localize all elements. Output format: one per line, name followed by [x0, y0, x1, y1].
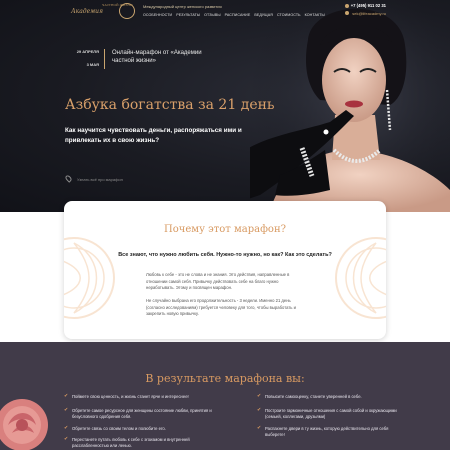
- date-start: 29 АПРЕЛЯ: [76, 49, 99, 54]
- check-icon: ✔: [257, 407, 262, 413]
- result-item: ✔ Повысите самооценку, станете уверенней…: [257, 394, 407, 400]
- why-lead: Все знают, что нужно любить себя. Нужно-…: [118, 252, 332, 258]
- email-link[interactable]: sek@lifeacadmy.ru: [352, 11, 386, 16]
- date-end: 3 МАЯ: [86, 62, 99, 67]
- nav-link-contacts[interactable]: КОНТАКТЫ: [305, 13, 325, 17]
- result-text: Поймете свою ценность, и жизнь станет яр…: [72, 394, 189, 399]
- nav-link-reviews[interactable]: ОТЗЫВЫ: [204, 13, 220, 17]
- nav-link-results[interactable]: РЕЗУЛЬТАТЫ: [176, 13, 200, 17]
- check-icon: ✔: [64, 425, 69, 431]
- site-tagline: Международный центр женского развития: [143, 4, 222, 9]
- hero-woman-image: [250, 0, 450, 212]
- hero-section: Академия ЧАСТНОЙ ЖИЗНИ Международный цен…: [0, 0, 450, 212]
- top-nav: Академия ЧАСТНОЙ ЖИЗНИ Международный цен…: [0, 0, 450, 24]
- check-icon: ✔: [257, 425, 262, 431]
- ornament-left-icon: [64, 237, 115, 319]
- nav-link-schedule[interactable]: РАСПИСАНИЕ: [225, 13, 251, 17]
- why-paragraph: Любовь к себе - это не слова и не знания…: [146, 272, 290, 290]
- mail-icon: [345, 11, 349, 15]
- check-icon: ✔: [64, 407, 69, 413]
- location-pin-icon: [64, 174, 73, 183]
- why-title: Почему этот марафон?: [164, 224, 286, 235]
- result-text: Распахнете двери в ту жизнь, которую дей…: [265, 426, 389, 437]
- hero-question: Как научится чувствовать деньги, распоря…: [65, 127, 242, 144]
- ornament-right-icon: [335, 237, 386, 319]
- nav-link-price[interactable]: СТОИМОСТЬ: [277, 13, 301, 17]
- logo-text: Академия: [71, 8, 103, 15]
- date-divider: [104, 49, 105, 69]
- logo-emblem-icon: [119, 3, 135, 19]
- result-item: ✔ Обретете связь со своим телом и полюби…: [64, 426, 214, 432]
- phone-number[interactable]: +7 (495) 911 02 31: [351, 3, 386, 8]
- result-text: Повысите самооценку, станете уверенней в…: [265, 394, 362, 399]
- result-item: ✔ Распахнете двери в ту жизнь, которую д…: [257, 426, 407, 437]
- result-item: ✔ Обретете самое ресурсное для женщины с…: [64, 408, 214, 419]
- nav-link-host[interactable]: ВЕДУЩАЯ: [254, 13, 273, 17]
- result-item: ✔ Перестанете путать любовь к себе с эго…: [64, 437, 214, 448]
- hero-headline: Азбука богатства за 21 день: [65, 97, 275, 113]
- event-title: Онлайн-марафон от «Академии частной жизн…: [112, 50, 202, 64]
- rose-decoration-icon: [0, 399, 48, 450]
- result-text: Обретете самое ресурсное для женщины сос…: [72, 408, 212, 419]
- phone-icon: [345, 4, 349, 8]
- event-dates: 29 АПРЕЛЯ 3 МАЯ: [67, 49, 99, 67]
- result-text: Обретете связь со своим телом и полюбите…: [72, 426, 166, 431]
- results-title: В результате марафона вы:: [145, 372, 305, 385]
- check-icon: ✔: [64, 436, 69, 442]
- result-item: ✔ Построите гармоничные отношения с само…: [257, 408, 407, 419]
- check-icon: ✔: [64, 393, 69, 399]
- learn-more-link[interactable]: Узнать всё про марафон: [77, 177, 123, 182]
- nav-link-features[interactable]: ОСОБЕННОСТИ: [143, 13, 172, 17]
- why-card: [64, 201, 386, 339]
- why-paragraph: Не случайно выбрана его продолжительност…: [146, 298, 296, 316]
- nav-menu: ОСОБЕННОСТИ РЕЗУЛЬТАТЫ ОТЗЫВЫ РАСПИСАНИЕ…: [143, 13, 325, 17]
- result-item: ✔ Поймете свою ценность, и жизнь станет …: [64, 394, 214, 400]
- result-text: Перестанете путать любовь к себе с эгоиз…: [72, 437, 190, 448]
- logo[interactable]: Академия ЧАСТНОЙ ЖИЗНИ: [62, 3, 133, 20]
- result-text: Построите гармоничные отношения с самой …: [265, 408, 397, 419]
- check-icon: ✔: [257, 393, 262, 399]
